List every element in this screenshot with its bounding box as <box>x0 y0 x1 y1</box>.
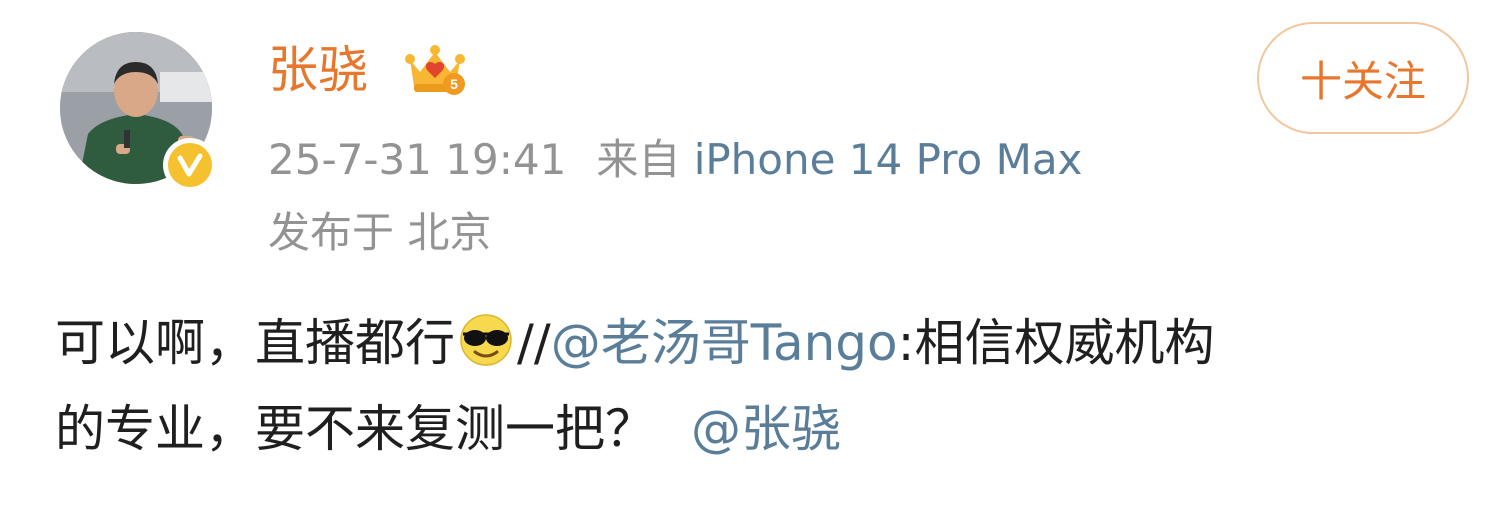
post-line-2: 的专业，要不来复测一把？ @张骁 <box>55 386 1475 472</box>
post-text-part: 可以啊，直播都行 <box>55 314 455 372</box>
timestamp: 25-7-31 19:41 <box>268 135 567 184</box>
username[interactable]: 张骁 <box>268 38 368 102</box>
source-prefix: 来自 <box>596 135 681 184</box>
post-text: 可以啊，直播都行 //@老汤哥Tango:相信权威机构 的专业，要不来复测一把？… <box>55 300 1475 472</box>
crown-level-icon: 5 <box>404 38 466 100</box>
follow-button[interactable]: 十关注 <box>1257 22 1469 134</box>
verified-badge-icon <box>163 138 217 192</box>
mention-link[interactable]: @老汤哥Tango <box>551 314 898 372</box>
svg-text:5: 5 <box>450 76 458 92</box>
post-text-part: :相信权威机构 <box>897 314 1215 372</box>
post-line-1: 可以啊，直播都行 //@老汤哥Tango:相信权威机构 <box>55 300 1475 386</box>
repost-separator: // <box>517 314 551 372</box>
location: 发布于 北京 <box>268 208 492 257</box>
post-text-part: 的专业，要不来复测一把？ <box>55 400 655 458</box>
post-meta: 25-7-31 19:41 来自 iPhone 14 Pro Max <box>268 132 1082 188</box>
mention-link[interactable]: @张骁 <box>691 400 841 458</box>
cool-sunglasses-emoji-icon <box>457 310 515 368</box>
device-source[interactable]: iPhone 14 Pro Max <box>694 135 1083 184</box>
